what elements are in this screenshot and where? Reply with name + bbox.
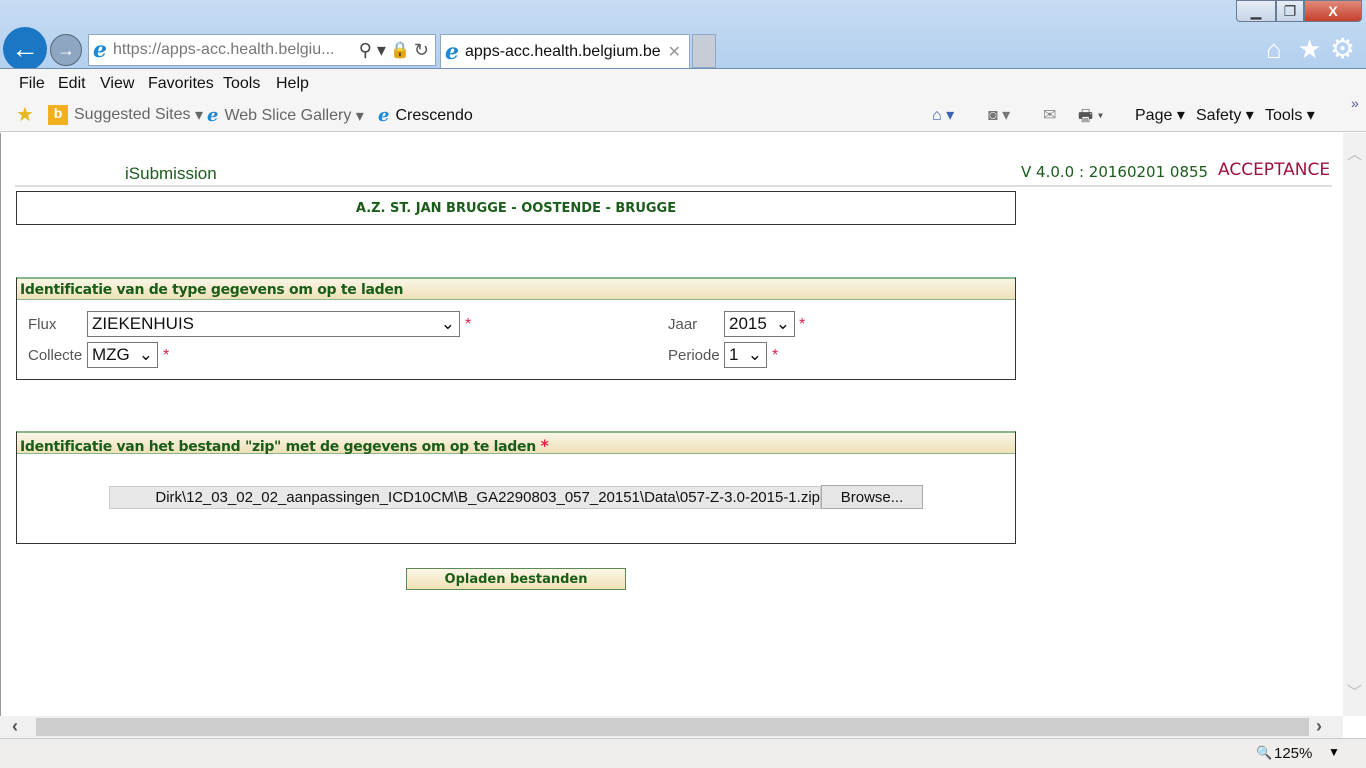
address-url[interactable]: https://apps-acc.health.belgiu... <box>113 41 359 59</box>
jaar-select[interactable]: 2015 ⌄ <box>724 311 795 337</box>
page-label: Page <box>1135 107 1173 124</box>
vertical-scrollbar[interactable]: ︿ ﹀ <box>1343 133 1366 716</box>
chevron-more-icon[interactable]: » <box>1351 95 1359 111</box>
horizontal-scrollbar[interactable]: ‹ › <box>0 716 1343 738</box>
gear-icon[interactable]: ⚙ <box>1330 32 1355 65</box>
file-section: Identificatie van het bestand "zip" met … <box>16 431 1016 544</box>
type-section-header: Identificatie van de type gegevens om op… <box>17 278 1015 300</box>
scroll-left-icon[interactable]: ‹ <box>12 716 18 737</box>
home-icon[interactable]: ⌂ <box>1266 34 1282 65</box>
fav-label: Suggested Sites <box>74 106 191 123</box>
tools-command-menu[interactable]: Tools ▾ <box>1265 105 1315 125</box>
menu-edit[interactable]: Edit <box>58 75 86 93</box>
required-mark: * <box>465 316 472 333</box>
flux-label: Flux <box>28 316 57 333</box>
zoom-level[interactable]: 125% <box>1274 745 1312 762</box>
collecte-value: MZG <box>92 345 130 364</box>
required-mark: * <box>540 436 549 455</box>
scroll-thumb[interactable] <box>36 718 1309 736</box>
app-name: iSubmission <box>125 164 217 183</box>
required-mark: * <box>799 316 806 333</box>
file-path-value: Dirk\12_03_02_02_aanpassingen_ICD10CM\B_… <box>155 489 820 506</box>
zoom-dropdown-icon[interactable]: ▼ <box>1328 745 1340 759</box>
environment-label: ACCEPTANCE <box>1218 160 1331 180</box>
page-content: iSubmission V 4.0.0 : 20160201 0855 ACCE… <box>0 133 1343 716</box>
chevron-down-icon: ⌄ <box>775 314 790 333</box>
periode-select[interactable]: 1 ⌄ <box>724 342 767 368</box>
fav-label: Web Slice Gallery <box>224 106 352 124</box>
search-icon[interactable]: ⚲ ▾ <box>359 40 386 61</box>
type-section: Identificatie van de type gegevens om op… <box>16 277 1016 380</box>
browse-button[interactable]: Browse... <box>821 485 923 509</box>
scroll-up-icon[interactable]: ︿ <box>1347 143 1362 164</box>
periode-label: Periode <box>668 347 720 364</box>
menu-tools[interactable]: Tools <box>223 75 260 93</box>
ie-icon: e <box>207 105 219 126</box>
file-path-input[interactable]: Dirk\12_03_02_02_aanpassingen_ICD10CM\B_… <box>109 486 821 509</box>
refresh-icon[interactable]: ↻ <box>414 40 429 61</box>
collecte-label: Collecte <box>28 347 83 364</box>
status-bar: 🔍 125% ▼ <box>0 738 1366 768</box>
bing-icon: b <box>48 105 68 125</box>
flux-value: ZIEKENHUIS <box>92 314 195 333</box>
scroll-down-icon[interactable]: ﹀ <box>1347 681 1362 702</box>
institution-banner: A.Z. ST. JAN BRUGGE - OOSTENDE - BRUGGE <box>16 191 1016 225</box>
chevron-down-icon: ⌄ <box>138 345 153 364</box>
header-divider <box>15 185 1332 187</box>
tools-label: Tools <box>1265 107 1303 124</box>
file-section-title: Identificatie van het bestand "zip" met … <box>20 439 536 455</box>
ie-icon: e <box>445 38 459 65</box>
jaar-label: Jaar <box>668 316 698 333</box>
version-text: V 4.0.0 : 20160201 0855 <box>1021 163 1209 181</box>
required-mark: * <box>772 347 779 364</box>
zoom-icon[interactable]: 🔍 <box>1256 745 1272 761</box>
periode-value: 1 <box>729 345 739 364</box>
chevron-down-icon: ⌄ <box>747 345 762 364</box>
fav-crescendo[interactable]: e Crescendo <box>378 105 473 126</box>
flux-select[interactable]: ZIEKENHUIS ⌄ <box>87 311 460 337</box>
close-tab-icon[interactable]: ✕ <box>668 42 681 62</box>
print-icon[interactable]: 🖶 ▾ <box>1078 105 1103 132</box>
menu-help[interactable]: Help <box>276 75 309 93</box>
tab-title: apps-acc.health.belgium.be <box>465 42 661 60</box>
upload-button[interactable]: Opladen bestanden <box>406 568 626 590</box>
safety-label: Safety <box>1196 107 1242 124</box>
fav-label: Crescendo <box>395 106 473 124</box>
close-window-button[interactable]: X <box>1304 0 1362 22</box>
file-section-header: Identificatie van het bestand "zip" met … <box>17 432 1015 455</box>
forward-button[interactable]: → <box>50 34 82 66</box>
jaar-value: 2015 <box>729 314 767 333</box>
chevron-down-icon: ⌄ <box>440 314 455 333</box>
menu-view[interactable]: View <box>100 75 134 93</box>
ie-icon: e <box>93 37 107 63</box>
safety-menu[interactable]: Safety ▾ <box>1196 105 1254 125</box>
required-mark: * <box>163 347 170 364</box>
browser-title-bar: ▁ ❐ X ← → e https://apps-acc.health.belg… <box>0 0 1366 71</box>
minimize-button[interactable]: ▁ <box>1236 0 1276 22</box>
home-command-icon[interactable]: ⌂ ▾ <box>932 105 954 125</box>
fav-web-slice-gallery[interactable]: e Web Slice Gallery ▾ <box>207 105 364 126</box>
tab-active[interactable]: e apps-acc.health.belgium.be ✕ <box>440 34 690 68</box>
collecte-select[interactable]: MZG ⌄ <box>87 342 158 368</box>
feeds-icon[interactable]: ◙ ▾ <box>988 105 1010 125</box>
read-mail-icon[interactable]: ✉ <box>1043 105 1056 125</box>
menu-bar: File Edit View Favorites Tools Help ★ bS… <box>0 68 1366 132</box>
page-menu[interactable]: Page ▾ <box>1135 105 1185 125</box>
favorites-star-icon[interactable]: ★ <box>1298 34 1321 65</box>
back-button[interactable]: ← <box>3 27 47 71</box>
lock-icon[interactable]: 🔒 <box>390 40 410 60</box>
fav-suggested-sites[interactable]: b Suggested Sites ▾ <box>48 105 203 125</box>
new-tab-button[interactable] <box>692 34 716 68</box>
address-bar[interactable]: e https://apps-acc.health.belgiu... ⚲ ▾ … <box>88 34 436 66</box>
menu-file[interactable]: File <box>19 75 45 93</box>
restore-button[interactable]: ❐ <box>1276 0 1304 22</box>
menu-favorites[interactable]: Favorites <box>148 75 214 93</box>
scroll-right-icon[interactable]: › <box>1316 716 1322 737</box>
ie-icon: e <box>378 105 390 126</box>
add-favorites-star-icon[interactable]: ★ <box>16 102 34 127</box>
